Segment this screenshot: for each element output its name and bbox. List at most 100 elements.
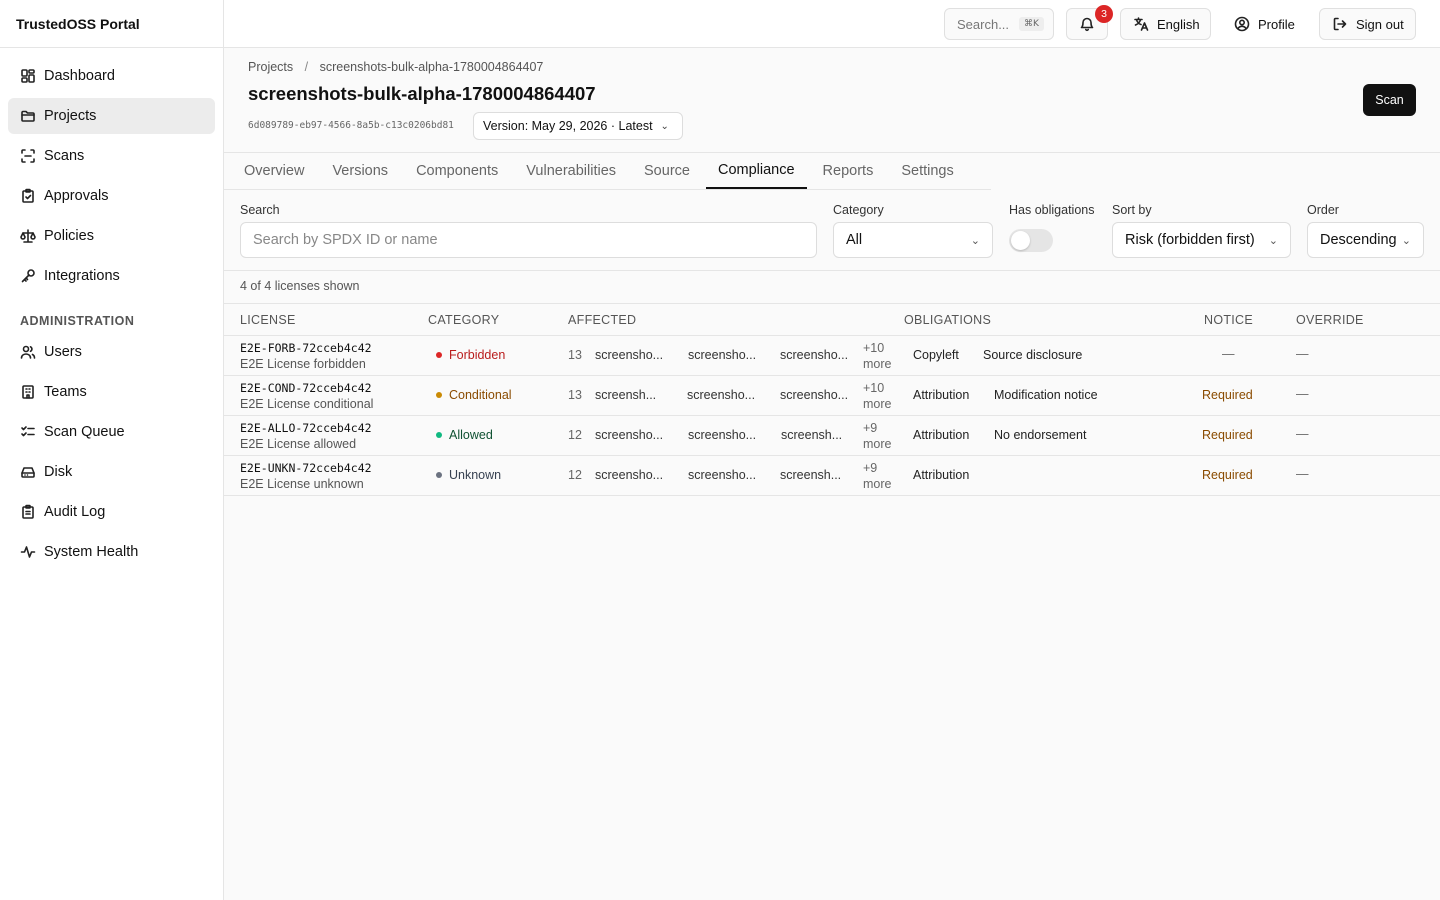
license-name: E2E License forbidden [240, 357, 366, 371]
project-uuid: 6d089789-eb97-4566-8a5b-c13c0206bd81 [248, 120, 454, 131]
affected-component[interactable]: screensh... [781, 428, 842, 442]
affected-component[interactable]: screensh... [780, 468, 841, 482]
sidebar-item-dashboard[interactable]: Dashboard [8, 58, 215, 94]
affected-more-link[interactable]: +10 more [863, 380, 891, 412]
affected-component[interactable]: screensho... [688, 348, 756, 362]
tab-components[interactable]: Components [404, 153, 510, 189]
more-label: more [863, 437, 892, 451]
column-notice[interactable]: NOTICE [1204, 313, 1253, 327]
sidebar: TrustedOSS Portal Dashboard Projects Sca… [0, 0, 224, 900]
sidebar-item-disk[interactable]: Disk [8, 454, 215, 490]
tab-reports[interactable]: Reports [811, 153, 886, 189]
sidebar-item-scan-queue[interactable]: Scan Queue [8, 414, 215, 450]
tab-overview[interactable]: Overview [232, 153, 316, 189]
notifications-button[interactable]: 3 [1066, 5, 1113, 40]
sidebar-item-label: Scan Queue [44, 424, 125, 440]
sign-out-button[interactable]: Sign out [1319, 8, 1416, 40]
table-row[interactable]: E2E-FORB-72cceb4c42 E2E License forbidde… [224, 336, 1440, 376]
profile-button[interactable]: Profile [1234, 8, 1295, 40]
user-circle-icon [1234, 16, 1250, 32]
column-license[interactable]: LICENSE [240, 313, 296, 327]
more-count: +10 [863, 381, 885, 395]
table-row[interactable]: E2E-UNKN-72cceb4c42 E2E License unknown … [224, 456, 1440, 496]
override-value[interactable]: — [1296, 387, 1309, 401]
sidebar-item-scans[interactable]: Scans [8, 138, 215, 174]
sidebar-item-teams[interactable]: Teams [8, 374, 215, 410]
tab-vulnerabilities[interactable]: Vulnerabilities [514, 153, 628, 189]
users-icon [20, 344, 36, 360]
affected-more-link[interactable]: +10 more [863, 340, 891, 372]
affected-component[interactable]: screensho... [595, 348, 663, 362]
column-category[interactable]: CATEGORY [428, 313, 499, 327]
category-select[interactable]: All ⌄ [833, 222, 993, 258]
sidebar-item-label: Users [44, 344, 82, 360]
more-label: more [863, 397, 892, 411]
license-name: E2E License unknown [240, 477, 364, 491]
page-title: screenshots-bulk-alpha-1780004864407 [248, 83, 596, 104]
affected-component[interactable]: screensho... [688, 428, 756, 442]
tab-source[interactable]: Source [632, 153, 702, 189]
sidebar-item-audit-log[interactable]: Audit Log [8, 494, 215, 530]
notice-value: Required [1202, 468, 1253, 482]
tab-compliance[interactable]: Compliance [705, 153, 807, 189]
affected-component[interactable]: screensho... [688, 468, 756, 482]
sidebar-item-integrations[interactable]: Integrations [8, 258, 215, 294]
scan-icon [20, 148, 36, 164]
affected-component[interactable]: screensho... [595, 428, 663, 442]
key-icon [20, 268, 36, 284]
table-row[interactable]: E2E-ALLO-72cceb4c42 E2E License allowed … [224, 416, 1440, 456]
tab-settings[interactable]: Settings [889, 153, 965, 189]
order-select[interactable]: Descending ⌄ [1307, 222, 1424, 258]
license-name: E2E License conditional [240, 397, 374, 411]
obligation-tag: Modification notice [994, 388, 1098, 402]
license-search-input[interactable]: Search by SPDX ID or name [240, 222, 817, 258]
override-value[interactable]: — [1296, 427, 1309, 441]
order-field-label: Order [1307, 203, 1339, 217]
category-badge: Allowed [436, 428, 493, 442]
language-button[interactable]: English [1120, 8, 1211, 40]
scan-button[interactable]: Scan [1363, 84, 1416, 116]
license-table: LICENSE CATEGORY AFFECTED OBLIGATIONS NO… [224, 303, 1440, 496]
override-value[interactable]: — [1296, 347, 1309, 361]
column-override[interactable]: OVERRIDE [1296, 313, 1364, 327]
affected-count: 13 [568, 348, 582, 362]
sidebar-section-administration: ADMINISTRATION [20, 314, 135, 328]
chevron-down-icon: ⌄ [660, 120, 669, 132]
affected-component[interactable]: screensh... [595, 388, 656, 402]
chevron-down-icon: ⌄ [1268, 234, 1278, 247]
sidebar-item-projects[interactable]: Projects [8, 98, 215, 134]
sign-out-label: Sign out [1356, 16, 1404, 32]
sidebar-item-system-health[interactable]: System Health [8, 534, 215, 570]
bell-icon [1080, 17, 1094, 32]
sidebar-item-policies[interactable]: Policies [8, 218, 215, 254]
category-label: Conditional [449, 388, 512, 402]
affected-component[interactable]: screensho... [595, 468, 663, 482]
affected-component[interactable]: screensho... [687, 388, 755, 402]
obligation-tag: Source disclosure [983, 348, 1083, 362]
affected-count: 13 [568, 388, 582, 402]
sidebar-item-approvals[interactable]: Approvals [8, 178, 215, 214]
global-search-button[interactable]: Search... ⌘K [944, 8, 1054, 40]
affected-more-link[interactable]: +9 more [863, 460, 891, 492]
affected-more-link[interactable]: +9 more [863, 420, 891, 452]
table-row[interactable]: E2E-COND-72cceb4c42 E2E License conditio… [224, 376, 1440, 416]
sort-by-value: Risk (forbidden first) [1125, 232, 1255, 248]
column-obligations[interactable]: OBLIGATIONS [904, 313, 991, 327]
license-spdx-id: E2E-UNKN-72cceb4c42 [240, 461, 372, 475]
version-selector[interactable]: Version: May 29, 2026 · Latest ⌄ [473, 112, 683, 140]
override-value[interactable]: — [1296, 467, 1309, 481]
category-dot [436, 352, 442, 358]
breadcrumb-projects-link[interactable]: Projects [248, 60, 293, 74]
sort-by-select[interactable]: Risk (forbidden first) ⌄ [1112, 222, 1291, 258]
tab-versions[interactable]: Versions [320, 153, 400, 189]
notice-value: — [1222, 347, 1235, 361]
column-affected[interactable]: AFFECTED [568, 313, 636, 327]
affected-component[interactable]: screensho... [780, 388, 848, 402]
notice-value: Required [1202, 428, 1253, 442]
has-obligations-toggle[interactable] [1009, 229, 1053, 252]
obligations-field-label: Has obligations [1009, 203, 1095, 217]
affected-component[interactable]: screensho... [780, 348, 848, 362]
category-label: Allowed [449, 428, 493, 442]
sidebar-item-users[interactable]: Users [8, 334, 215, 370]
breadcrumb-current: screenshots-bulk-alpha-1780004864407 [319, 60, 544, 74]
